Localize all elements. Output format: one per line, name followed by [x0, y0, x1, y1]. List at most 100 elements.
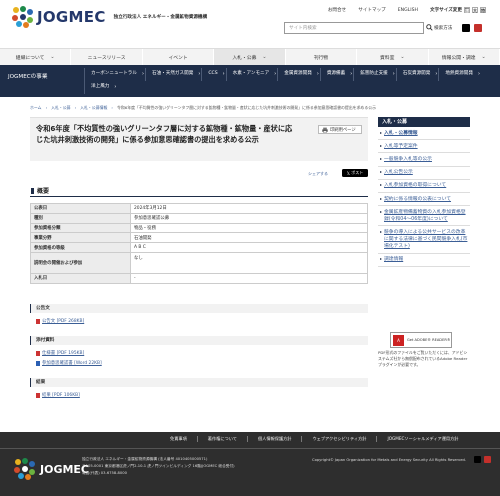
youtube-icon[interactable]	[474, 24, 482, 32]
gnav-bids[interactable]: 入札・公募 ⌄	[214, 49, 286, 65]
font-size-standard-button[interactable]: 標	[464, 7, 470, 13]
pdf-icon	[36, 350, 40, 356]
gnav-library[interactable]: 資料室 ⌄	[357, 49, 429, 65]
table-row: 説明会の開催および参加 なし	[30, 251, 368, 274]
adobe-reader-banner[interactable]: A Get ADOBE® READER®	[390, 332, 452, 348]
font-size-label: 文字サイズ変更	[429, 8, 462, 13]
gnav-news[interactable]: ニュースリリース	[71, 49, 143, 65]
title-box: 令和6年度「不均質性の強いグリーンタフ層に対する鉱物種・鉱物量・産状に応じた坑井…	[30, 117, 368, 161]
adobe-note: PDF形式のファイルをご覧いただくには、アドビシステムズ社から無償配布されている…	[378, 350, 468, 367]
spec-pdf-link[interactable]: 仕様書 [PDF 195KB]	[36, 350, 84, 356]
footer-link-copyright[interactable]: 著作権について	[196, 436, 247, 442]
logo-subtitle: 独立行政法人 エネルギー・金属鉱物資源機構	[113, 15, 208, 20]
chevron-down-icon: ⌄	[262, 54, 267, 60]
overview-heading: 概要	[30, 187, 368, 197]
chevron-down-icon: ⌄	[481, 54, 486, 60]
business-link-mine-pollution[interactable]: 鉱害防止支援	[353, 68, 396, 81]
table-row: 参加資格分類 物品・役務	[30, 222, 368, 234]
sidebar-item-metal-stockpile[interactable]: 金属鉱産物備蓄物資の入札参加資格登録(令和04〜06年度)について	[378, 206, 470, 227]
pdf-icon	[36, 318, 40, 324]
font-size-xlarge-button[interactable]: 特	[480, 7, 486, 13]
footer-link-disclaimer[interactable]: 免責事項	[160, 436, 197, 442]
table-row: 事業分野 石油開発	[30, 232, 368, 244]
table-row: 公表日 2024年3月12日	[30, 203, 368, 214]
business-links: カーボンニュートラル 石油・天然ガス開発 CCS 水素・アンモニア 金属資源開発…	[84, 68, 494, 94]
table-row: 参加資格の等級 A B C	[30, 242, 368, 253]
footer-address: 独立行政法人 エネルギー・金属鉱物資源機構 (法人番号 401040500057…	[82, 457, 235, 476]
global-nav: 組織について ⌄ ニュースリリース イベント 入札・公募 ⌄ 刊行物 資料室 ⌄ 情報…	[0, 48, 500, 65]
word-icon	[36, 360, 40, 366]
sidebar-item-bid-info[interactable]: 入札・公募情報	[378, 127, 470, 141]
business-nav-title: JOGMECの事業	[8, 74, 48, 80]
breadcrumb-bids[interactable]: 入札・公募	[51, 105, 70, 111]
footer-link-privacy[interactable]: 個人情報保護方針	[246, 436, 302, 442]
printer-icon	[322, 127, 328, 133]
sidebar-item-qualification[interactable]: 入札参加資格の取得について	[378, 180, 470, 193]
business-link-geothermal[interactable]: 地熱資源開発	[438, 68, 481, 81]
sidebar-item-e-bidding[interactable]: 入札公告公示	[378, 167, 470, 180]
youtube-icon[interactable]	[484, 456, 491, 463]
gnav-publications[interactable]: 刊行物	[286, 49, 358, 65]
results-heading: 結果	[30, 378, 368, 387]
footer-links: 免責事項 著作権について 個人情報保護方針 ウェブアクセシビリティ方針 JOGM…	[160, 436, 468, 442]
sidebar: 入札・公募 入札・公募情報 入札等予定案件 一般競争入札等の公示 入札公告公示 …	[378, 117, 470, 267]
sidebar-item-contract-info[interactable]: 契約に係る情報の公表について	[378, 193, 470, 207]
search-method-link[interactable]: 検索方法	[434, 25, 452, 31]
footer-link-social-policy[interactable]: JOGMECソーシャルメディア運用方針	[376, 436, 468, 442]
business-link-metals[interactable]: 金属資源開発	[277, 68, 320, 81]
footer-logo[interactable]: JOGMEC	[14, 458, 89, 480]
breadcrumb: ホーム › 入札・公募 › 入札・公募情報 › 令和6年度「不均質性の強いグリーンタフ…	[30, 105, 376, 111]
x-icon[interactable]	[474, 456, 481, 463]
footer-copyright: Copyright© Japan Organization for Metals…	[312, 458, 466, 462]
intent-form-word-link[interactable]: 参加意思確認書 [Word 22KB]	[36, 360, 102, 366]
table-row: 入札日 -	[30, 272, 368, 284]
page: { "header": { "logo_text": "JOGMEC", "lo…	[0, 0, 500, 496]
share-link[interactable]: シェアする	[308, 171, 328, 177]
chevron-down-icon: ⌄	[400, 54, 405, 60]
logo-text: JOGMEC	[37, 8, 106, 26]
sidebar-item-general-tender[interactable]: 一般競争入札等の公示	[378, 153, 470, 167]
pdf-icon	[36, 392, 40, 398]
business-link-stockpiling[interactable]: 資源備蓄	[319, 68, 353, 81]
breadcrumb-home[interactable]: ホーム	[30, 105, 42, 111]
search-icon[interactable]	[426, 24, 433, 31]
business-link-hydrogen[interactable]: 水素・アンモニア	[225, 68, 278, 81]
business-link-oil-gas[interactable]: 石油・天然ガス開発	[144, 68, 201, 81]
search-input[interactable]: サイト内検索	[284, 22, 424, 34]
announcement-pdf-link[interactable]: 公告文 [PDF 268KB]	[36, 318, 84, 324]
adobe-reader-icon: A	[393, 334, 404, 346]
business-link-coal[interactable]: 石炭資源開発	[395, 68, 439, 81]
results-pdf-link[interactable]: 結果 [PDF 106KB]	[36, 392, 80, 398]
site-logo[interactable]: JOGMEC 独立行政法人 エネルギー・金属鉱物資源機構	[12, 6, 207, 28]
x-icon[interactable]	[462, 24, 470, 32]
chevron-down-icon: ⌄	[50, 54, 55, 60]
announcement-heading: 公告文	[30, 304, 368, 313]
sidebar-item-procurement[interactable]: 調達情報	[378, 254, 470, 267]
site-header: JOGMEC 独立行政法人 エネルギー・金属鉱物資源機構 お問合せ サイトマップ…	[0, 0, 500, 48]
business-nav: JOGMECの事業 カーボンニュートラル 石油・天然ガス開発 CCS 水素・アン…	[0, 65, 500, 97]
font-size-large-button[interactable]: 大	[472, 7, 478, 13]
breadcrumb-bid-info[interactable]: 入札・公募情報	[80, 105, 107, 111]
table-row: 種別 参加意思確認公募	[30, 212, 368, 224]
logo-mark-icon	[14, 458, 36, 480]
business-link-carbon-neutral[interactable]: カーボンニュートラル	[84, 68, 145, 81]
sidebar-item-market-test[interactable]: 競争の導入による公共サービスの改革に関する法律に基づく民間競争入札(市場化テスト…	[378, 226, 470, 254]
logo-mark-icon	[12, 6, 34, 28]
business-link-ccs[interactable]: CCS	[201, 68, 225, 81]
attachments-heading: 添付資料	[30, 336, 368, 345]
gnav-disclosure[interactable]: 情報公開・調達 ⌄	[429, 49, 500, 65]
contact-link[interactable]: お問合せ	[328, 7, 346, 13]
utility-links: お問合せ サイトマップ ENGLISH 文字サイズ変更 標 大 特	[316, 7, 486, 13]
sitemap-link[interactable]: サイトマップ	[358, 7, 386, 13]
business-link-offshore-wind[interactable]: 洋上風力	[84, 81, 117, 94]
x-post-button[interactable]: 𝕏 ポスト	[342, 169, 368, 177]
gnav-about[interactable]: 組織について ⌄	[0, 49, 72, 65]
print-button[interactable]: 印刷用ページ	[318, 125, 362, 134]
overview-table: 公表日 2024年3月12日 種別 参加意思確認公募 参加資格分類 物品・役務 事業分…	[30, 203, 368, 284]
sidebar-item-planned[interactable]: 入札等予定案件	[378, 140, 470, 154]
footer-link-accessibility[interactable]: ウェブアクセシビリティ方針	[301, 436, 376, 442]
sidebar-heading[interactable]: 入札・公募	[378, 117, 470, 127]
english-link[interactable]: ENGLISH	[398, 8, 418, 13]
footer-divider	[0, 448, 500, 449]
gnav-events[interactable]: イベント	[143, 49, 215, 65]
